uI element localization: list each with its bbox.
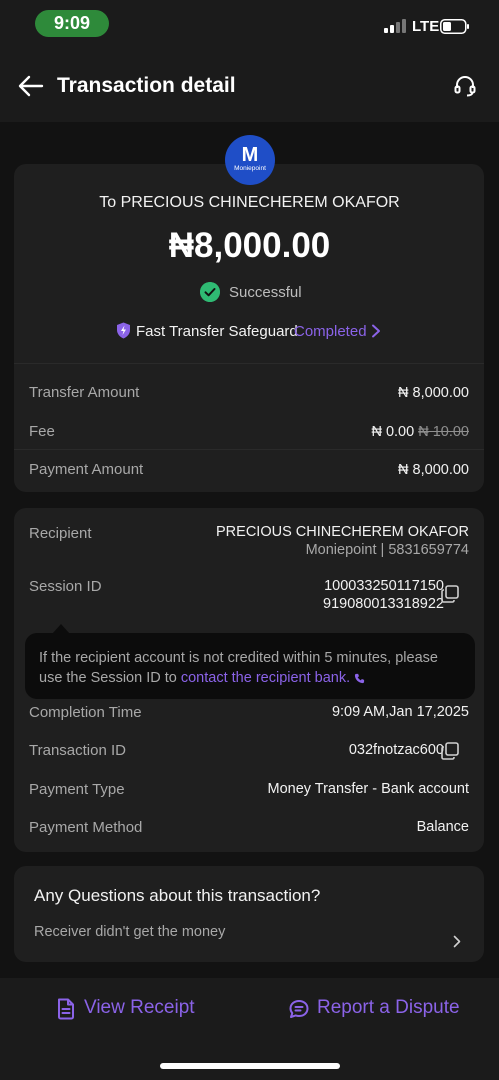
payment-method-label: Payment Method <box>29 819 143 836</box>
session-id-line1: 100033250117150 <box>324 578 444 594</box>
fee-label: Fee <box>29 423 55 440</box>
questions-title: Any Questions about this transaction? <box>34 886 321 905</box>
fee-original: ₦ 10.00 <box>418 424 469 440</box>
logo-brand: Moniepoint <box>234 165 266 172</box>
payment-type-value: Money Transfer - Bank account <box>267 781 470 797</box>
recipient-name: PRECIOUS CHINECHEREM OKAFOR <box>216 524 469 540</box>
safeguard-status: Completed <box>294 323 367 340</box>
home-indicator[interactable] <box>160 1063 340 1069</box>
fee-value: ₦ 0.00 <box>371 424 415 440</box>
payment-method-value: Balance <box>416 819 469 835</box>
safeguard-label: Fast Transfer Safeguard <box>136 323 298 340</box>
transaction-id-label: Transaction ID <box>29 742 126 759</box>
copy-icon[interactable] <box>441 585 459 603</box>
page-title: Transaction detail <box>57 74 236 97</box>
report-dispute-label: Report a Dispute <box>317 997 460 1018</box>
headset-support-icon[interactable] <box>453 74 477 98</box>
transfer-amount-label: Transfer Amount <box>29 384 140 401</box>
transfer-amount-value: ₦ 8,000.00 <box>398 385 469 401</box>
recipient-line: To PRECIOUS CHINECHEREM OKAFOR <box>99 194 400 211</box>
status-text: Successful <box>229 284 302 301</box>
view-receipt-label: View Receipt <box>84 997 195 1018</box>
document-icon <box>58 998 74 1020</box>
back-arrow-icon[interactable] <box>18 74 44 98</box>
completion-time-label: Completion Time <box>29 704 142 721</box>
logo-letter: M <box>241 144 259 166</box>
recipient-bank: Moniepoint | 5831659774 <box>305 542 469 558</box>
bottom-action-bar: View Receipt Report a Dispute <box>0 978 499 1080</box>
chevron-right-icon[interactable] <box>453 935 461 948</box>
moniepoint-logo: M Moniepoint <box>225 135 275 185</box>
app-header: Transaction detail <box>0 50 499 122</box>
session-id-value: 100033250117150 919080013318922 <box>323 577 444 613</box>
contact-bank-link[interactable]: contact the recipient bank. <box>181 670 350 686</box>
status-time: 9:09 <box>35 10 109 37</box>
session-id-label: Session ID <box>29 578 102 595</box>
payment-type-label: Payment Type <box>29 781 125 798</box>
status-bar: 9:09 LTE <box>0 0 499 50</box>
success-check-icon <box>200 282 220 302</box>
session-id-tooltip: If the recipient account is not credited… <box>25 633 475 699</box>
recipient-label: Recipient <box>29 525 92 542</box>
copy-icon[interactable] <box>441 742 459 760</box>
payment-amount-value: ₦ 8,000.00 <box>398 462 469 478</box>
payment-amount-label: Payment Amount <box>29 461 144 478</box>
phone-icon[interactable] <box>354 673 365 684</box>
fee-value-row: ₦ 0.00 ₦ 10.00 <box>371 424 469 440</box>
transaction-id-value: 032fnotzac600 <box>348 742 444 758</box>
transaction-amount: ₦8,000.00 <box>168 226 331 265</box>
signal-icon <box>384 19 408 33</box>
divider <box>14 363 484 364</box>
chat-bubble-icon <box>289 1000 309 1018</box>
shield-bolt-icon <box>117 322 130 339</box>
completion-time-value: 9:09 AM,Jan 17,2025 <box>331 704 469 720</box>
session-id-line2: 919080013318922 <box>323 596 444 612</box>
question-item-not-received[interactable]: Receiver didn't get the money <box>34 924 225 940</box>
network-label: LTE <box>412 18 440 35</box>
chevron-right-icon <box>372 324 380 338</box>
questions-card <box>14 866 484 962</box>
divider <box>14 449 484 450</box>
battery-icon <box>440 19 469 34</box>
